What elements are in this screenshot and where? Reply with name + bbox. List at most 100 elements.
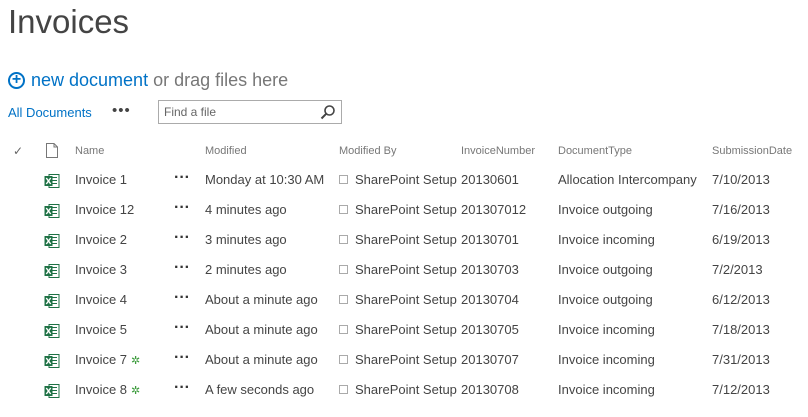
column-header-document-type[interactable]: DocumentType <box>558 145 632 157</box>
excel-file-icon <box>44 354 60 368</box>
row-name-link[interactable]: Invoice 2 <box>75 232 127 247</box>
row-name-link[interactable]: Invoice 8 <box>75 382 127 397</box>
row-modified-by[interactable]: SharePoint Setup <box>355 262 457 277</box>
row-name[interactable]: Invoice 7 ✲ <box>75 352 140 367</box>
row-document-type: Invoice outgoing <box>558 262 653 277</box>
table-row[interactable]: Invoice 3 ··· 2 minutes ago SharePoint Setu… <box>0 255 808 285</box>
table-row[interactable]: Invoice 1 ··· Monday at 10:30 AM SharePoint… <box>0 165 808 195</box>
excel-file-icon <box>44 294 60 308</box>
row-modified-by[interactable]: SharePoint Setup <box>355 202 457 217</box>
row-name-link[interactable]: Invoice 1 <box>75 172 127 187</box>
row-name[interactable]: Invoice 4 <box>75 292 127 307</box>
table-row[interactable]: Invoice 5 ··· About a minute ago SharePoint… <box>0 315 808 345</box>
row-invoice-number: 20130703 <box>461 262 519 277</box>
row-modified: Monday at 10:30 AM <box>205 172 325 187</box>
new-item-icon: ✲ <box>131 385 141 397</box>
row-invoice-number: 20130707 <box>461 352 519 367</box>
row-invoice-number: 20130705 <box>461 322 519 337</box>
row-invoice-number: 20130704 <box>461 292 519 307</box>
row-menu-button[interactable]: ··· <box>174 229 190 247</box>
magnifier-icon[interactable] <box>320 104 336 120</box>
row-modified-by[interactable]: SharePoint Setup <box>355 292 457 307</box>
row-name[interactable]: Invoice 3 <box>75 262 127 277</box>
row-modified-by[interactable]: SharePoint Setup <box>355 382 457 397</box>
search-box <box>158 100 342 124</box>
row-modified: About a minute ago <box>205 352 318 367</box>
row-menu-button[interactable]: ··· <box>174 199 190 217</box>
row-name-link[interactable]: Invoice 3 <box>75 262 127 277</box>
view-all-documents[interactable]: All Documents <box>8 105 92 120</box>
column-header-modified-by[interactable]: Modified By <box>339 145 396 157</box>
row-menu-button[interactable]: ··· <box>174 349 190 367</box>
presence-indicator <box>339 325 348 334</box>
row-menu-button[interactable]: ··· <box>174 169 190 187</box>
row-name-link[interactable]: Invoice 7 <box>75 352 127 367</box>
row-modified: 3 minutes ago <box>205 232 287 247</box>
row-menu-button[interactable]: ··· <box>174 259 190 277</box>
presence-indicator <box>339 265 348 274</box>
excel-file-icon <box>44 324 60 338</box>
row-name-link[interactable]: Invoice 5 <box>75 322 127 337</box>
excel-file-icon <box>44 234 60 248</box>
row-name[interactable]: Invoice 1 <box>75 172 127 187</box>
column-header-name[interactable]: Name <box>75 145 104 157</box>
column-header-submission-date[interactable]: SubmissionDate <box>712 145 792 157</box>
presence-indicator <box>339 355 348 364</box>
new-document-bar: + new document or drag files here <box>8 67 288 93</box>
excel-file-icon <box>44 264 60 278</box>
row-invoice-number: 20130601 <box>461 172 519 187</box>
row-submission-date: 7/10/2013 <box>712 172 770 187</box>
row-document-type: Invoice incoming <box>558 232 655 247</box>
excel-file-icon <box>44 384 60 398</box>
row-modified-by[interactable]: SharePoint Setup <box>355 232 457 247</box>
page-title: Invoices <box>8 3 130 40</box>
table-row[interactable]: Invoice 8 ✲ ··· A few seconds ago SharePoint… <box>0 375 808 405</box>
column-header-row: ✓ Name Modified Modified By InvoiceNumbe… <box>0 143 808 161</box>
row-name[interactable]: Invoice 2 <box>75 232 127 247</box>
row-modified: 4 minutes ago <box>205 202 287 217</box>
search-input[interactable] <box>159 102 319 122</box>
excel-file-icon <box>44 204 60 218</box>
table-row[interactable]: Invoice 7 ✲ ··· About a minute ago SharePoin… <box>0 345 808 375</box>
row-name[interactable]: Invoice 5 <box>75 322 127 337</box>
row-name-link[interactable]: Invoice 4 <box>75 292 127 307</box>
row-invoice-number: 201307012 <box>461 202 527 217</box>
row-name[interactable]: Invoice 12 <box>75 202 134 217</box>
new-item-icon: ✲ <box>131 355 141 367</box>
row-document-type: Allocation Intercompany <box>558 172 697 187</box>
table-row[interactable]: Invoice 4 ··· About a minute ago SharePoint… <box>0 285 808 315</box>
row-modified-by[interactable]: SharePoint Setup <box>355 352 457 367</box>
row-document-type: Invoice incoming <box>558 352 655 367</box>
table-row[interactable]: Invoice 2 ··· 3 minutes ago SharePoint Setu… <box>0 225 808 255</box>
row-name[interactable]: Invoice 8 ✲ <box>75 382 140 397</box>
row-modified: A few seconds ago <box>205 382 315 397</box>
row-submission-date: 7/12/2013 <box>712 382 770 397</box>
row-document-type: Invoice incoming <box>558 382 655 397</box>
plus-circle-icon[interactable]: + <box>8 71 25 89</box>
row-menu-button[interactable]: ··· <box>174 319 190 337</box>
excel-file-icon <box>44 174 60 188</box>
row-submission-date: 6/12/2013 <box>712 292 770 307</box>
view-more-button[interactable]: ••• <box>112 102 131 119</box>
row-invoice-number: 20130701 <box>461 232 519 247</box>
row-submission-date: 7/18/2013 <box>712 322 770 337</box>
row-modified-by[interactable]: SharePoint Setup <box>355 172 457 187</box>
row-menu-button[interactable]: ··· <box>174 379 190 397</box>
column-header-modified[interactable]: Modified <box>205 145 247 157</box>
row-modified: 2 minutes ago <box>205 262 287 277</box>
document-icon[interactable] <box>46 143 58 158</box>
column-header-invoice-number[interactable]: InvoiceNumber <box>461 145 535 157</box>
presence-indicator <box>339 385 348 394</box>
drag-files-hint: or drag files here <box>153 69 289 90</box>
row-modified-by[interactable]: SharePoint Setup <box>355 322 457 337</box>
row-submission-date: 6/19/2013 <box>712 232 770 247</box>
table-row[interactable]: Invoice 12 ··· 4 minutes ago SharePoint Set… <box>0 195 808 225</box>
row-name-link[interactable]: Invoice 12 <box>75 202 134 217</box>
presence-indicator <box>339 295 348 304</box>
checkmark-icon[interactable]: ✓ <box>13 144 23 158</box>
row-menu-button[interactable]: ··· <box>174 289 190 307</box>
row-document-type: Invoice incoming <box>558 322 655 337</box>
new-document-link[interactable]: new document <box>31 70 148 91</box>
row-invoice-number: 20130708 <box>461 382 519 397</box>
presence-indicator <box>339 235 348 244</box>
